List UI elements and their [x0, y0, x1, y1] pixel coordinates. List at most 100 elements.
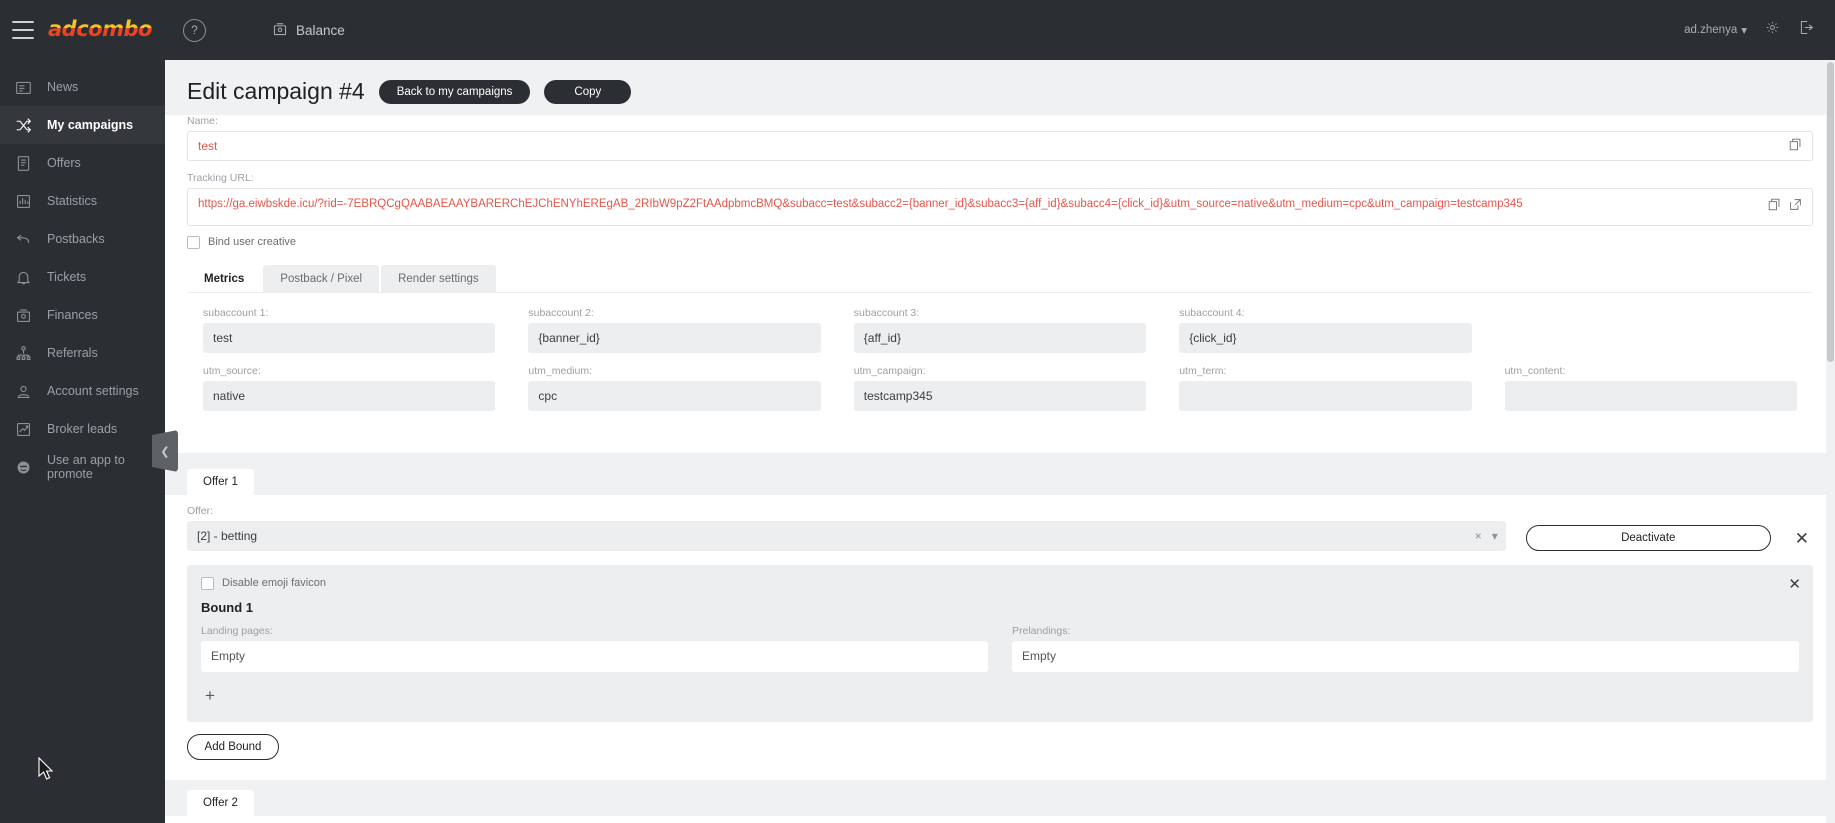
offer-2-tab[interactable]: Offer 2 [187, 789, 254, 816]
trend-chart-icon [13, 419, 33, 439]
undo-arrow-icon [13, 229, 33, 249]
adcombo-logo[interactable]: adcombo [44, 16, 156, 43]
metric-label: utm_source: [203, 364, 261, 377]
tab-metrics[interactable]: Metrics [187, 264, 262, 292]
sidebar-item-label: Tickets [47, 270, 87, 284]
offer-2-block: Offer 2 Offer: [1] - test casino × ▾ [165, 789, 1835, 823]
sidebar-item-account-settings[interactable]: Account settings [0, 372, 165, 410]
metric-input[interactable]: {click_id} [1179, 322, 1472, 353]
back-to-my-campaigns-button[interactable]: Back to my campaigns [378, 79, 531, 104]
name-field-label: Name: [187, 115, 218, 127]
tab-render-settings[interactable]: Render settings [381, 264, 496, 292]
tracking-url-value: https://ga.eiwbskde.icu/?rid=-7EBRQCgQAA… [198, 198, 1523, 210]
sidebar-nav: News My campaigns Offers Statistics Post… [0, 68, 165, 486]
offer-1-tabrow: Offer 1 [165, 468, 1835, 495]
offer-1-label: Offer: [187, 504, 214, 517]
disable-emoji-favicon-label: Disable emoji favicon [222, 577, 326, 590]
offer-1-select[interactable]: [2] - betting × ▾ [187, 520, 1506, 551]
news-icon [13, 77, 33, 97]
bind-user-creative-row[interactable]: Bind user creative [187, 235, 1813, 249]
metric-field-utm-content: utm_content: [1504, 365, 1797, 411]
sidebar-item-finances[interactable]: Finances [0, 296, 165, 334]
sidebar-item-news[interactable]: News [0, 68, 165, 106]
scrollbar-thumb[interactable] [1827, 62, 1834, 362]
disable-emoji-favicon-row[interactable]: Disable emoji favicon [201, 576, 1799, 590]
tab-postback-pixel[interactable]: Postback / Pixel [263, 264, 380, 292]
app-smiley-icon [13, 457, 33, 477]
metric-input[interactable]: cpc [528, 380, 821, 411]
tracking-url-actions [1768, 196, 1802, 218]
metric-input[interactable]: {banner_id} [528, 322, 821, 353]
offer-1-tab[interactable]: Offer 1 [187, 468, 254, 495]
menu-toggle-icon[interactable] [12, 21, 34, 39]
help-icon[interactable]: ? [183, 18, 206, 42]
sidebar-item-referrals[interactable]: Referrals [0, 334, 165, 372]
metric-input[interactable]: test [203, 322, 496, 353]
user-menu[interactable]: ad.zhenya ▾ [1684, 23, 1747, 37]
offer-1-select-wrap: Offer: [2] - betting × ▾ [187, 505, 1506, 551]
tracking-url-label: Tracking URL: [187, 172, 254, 184]
copy-campaign-button[interactable]: Copy [544, 79, 632, 104]
bind-user-creative-label: Bind user creative [208, 236, 297, 249]
network-icon [13, 343, 33, 363]
metric-label: subaccount 4: [1179, 306, 1245, 319]
metric-label: subaccount 1: [203, 306, 269, 319]
chevron-down-icon[interactable]: ▾ [1492, 529, 1498, 543]
offer-2-tabrow: Offer 2 [165, 789, 1835, 816]
sidebar-item-use-an-app-to-promote[interactable]: Use an app to promote [0, 448, 165, 486]
metric-input[interactable] [1179, 380, 1472, 411]
balance-button[interactable]: Balance [272, 21, 345, 40]
document-icon [13, 153, 33, 173]
metric-field-subaccount-2: subaccount 2: {banner_id} [528, 306, 821, 353]
bound-1-title: Bound 1 [201, 599, 253, 615]
shuffle-icon [13, 115, 33, 135]
sidebar-item-postbacks[interactable]: Postbacks [0, 220, 165, 258]
page-scrollbar[interactable] [1826, 60, 1835, 823]
sidebar-item-label: Statistics [47, 194, 98, 208]
metric-label: subaccount 2: [528, 306, 594, 319]
sidebar-item-broker-leads[interactable]: Broker leads [0, 410, 165, 448]
name-input[interactable]: test [187, 131, 1813, 161]
metric-label: utm_medium: [528, 364, 592, 377]
logout-icon[interactable] [1798, 19, 1815, 41]
bound-1-card: ✕ Disable emoji favicon Bound 1 Landing … [187, 564, 1813, 722]
sidebar-item-offers[interactable]: Offers [0, 144, 165, 182]
metric-input[interactable]: native [203, 380, 496, 411]
user-icon [13, 381, 33, 401]
sidebar-item-tickets[interactable]: Tickets [0, 258, 165, 296]
disable-emoji-favicon-checkbox[interactable] [201, 576, 214, 590]
metric-input[interactable]: {aff_id} [853, 322, 1147, 353]
metric-field-subaccount-4: subaccount 4: {click_id} [1179, 306, 1472, 353]
gear-icon[interactable] [1765, 20, 1780, 40]
sidebar-item-label: Offers [47, 156, 81, 170]
sidebar-collapse-handle[interactable]: ❮ [152, 430, 178, 472]
bind-user-creative-checkbox[interactable] [187, 235, 200, 249]
metric-input[interactable] [1504, 380, 1797, 411]
bound-1-close-icon[interactable]: ✕ [1788, 575, 1801, 593]
prelandings-label: Prelandings: [1012, 624, 1071, 637]
add-bound-button[interactable]: Add Bound [187, 733, 279, 760]
landing-pages-input[interactable]: Empty [201, 640, 988, 672]
sidebar-item-label: Referrals [47, 346, 98, 360]
metrics-grid: subaccount 1: test subaccount 2: {banner… [203, 307, 1797, 423]
clear-selection-icon[interactable]: × [1475, 529, 1482, 543]
open-external-icon[interactable] [1789, 198, 1802, 218]
offer-1-deactivate-button[interactable]: Deactivate [1525, 524, 1771, 551]
metrics-panel: subaccount 1: test subaccount 2: {banner… [187, 291, 1813, 439]
metric-field-utm-medium: utm_medium: cpc [528, 364, 821, 411]
sidebar-item-statistics[interactable]: Statistics [0, 182, 165, 220]
offer-1-select-actions: × ▾ [1475, 529, 1498, 543]
metric-input[interactable]: testcamp345 [853, 380, 1147, 411]
add-landing-plus-icon[interactable]: + [201, 686, 1799, 706]
metric-field-subaccount-1: subaccount 1: test [203, 306, 496, 353]
offer-1-remove-icon[interactable]: ✕ [1791, 530, 1813, 551]
sidebar-item-label: News [47, 80, 79, 94]
metric-label [1505, 307, 1797, 319]
sidebar: adcombo News My campaigns Offers Statist… [0, 0, 165, 823]
tracking-url-field[interactable]: https://ga.eiwbskde.icu/?rid=-7EBRQCgQAA… [187, 188, 1813, 226]
copy-icon[interactable] [1768, 198, 1781, 218]
sidebar-item-my-campaigns[interactable]: My campaigns [0, 106, 165, 144]
prelandings-input[interactable]: Empty [1012, 640, 1799, 672]
copy-icon[interactable] [1789, 138, 1802, 154]
offer-1-selected-value: [2] - betting [197, 528, 258, 543]
